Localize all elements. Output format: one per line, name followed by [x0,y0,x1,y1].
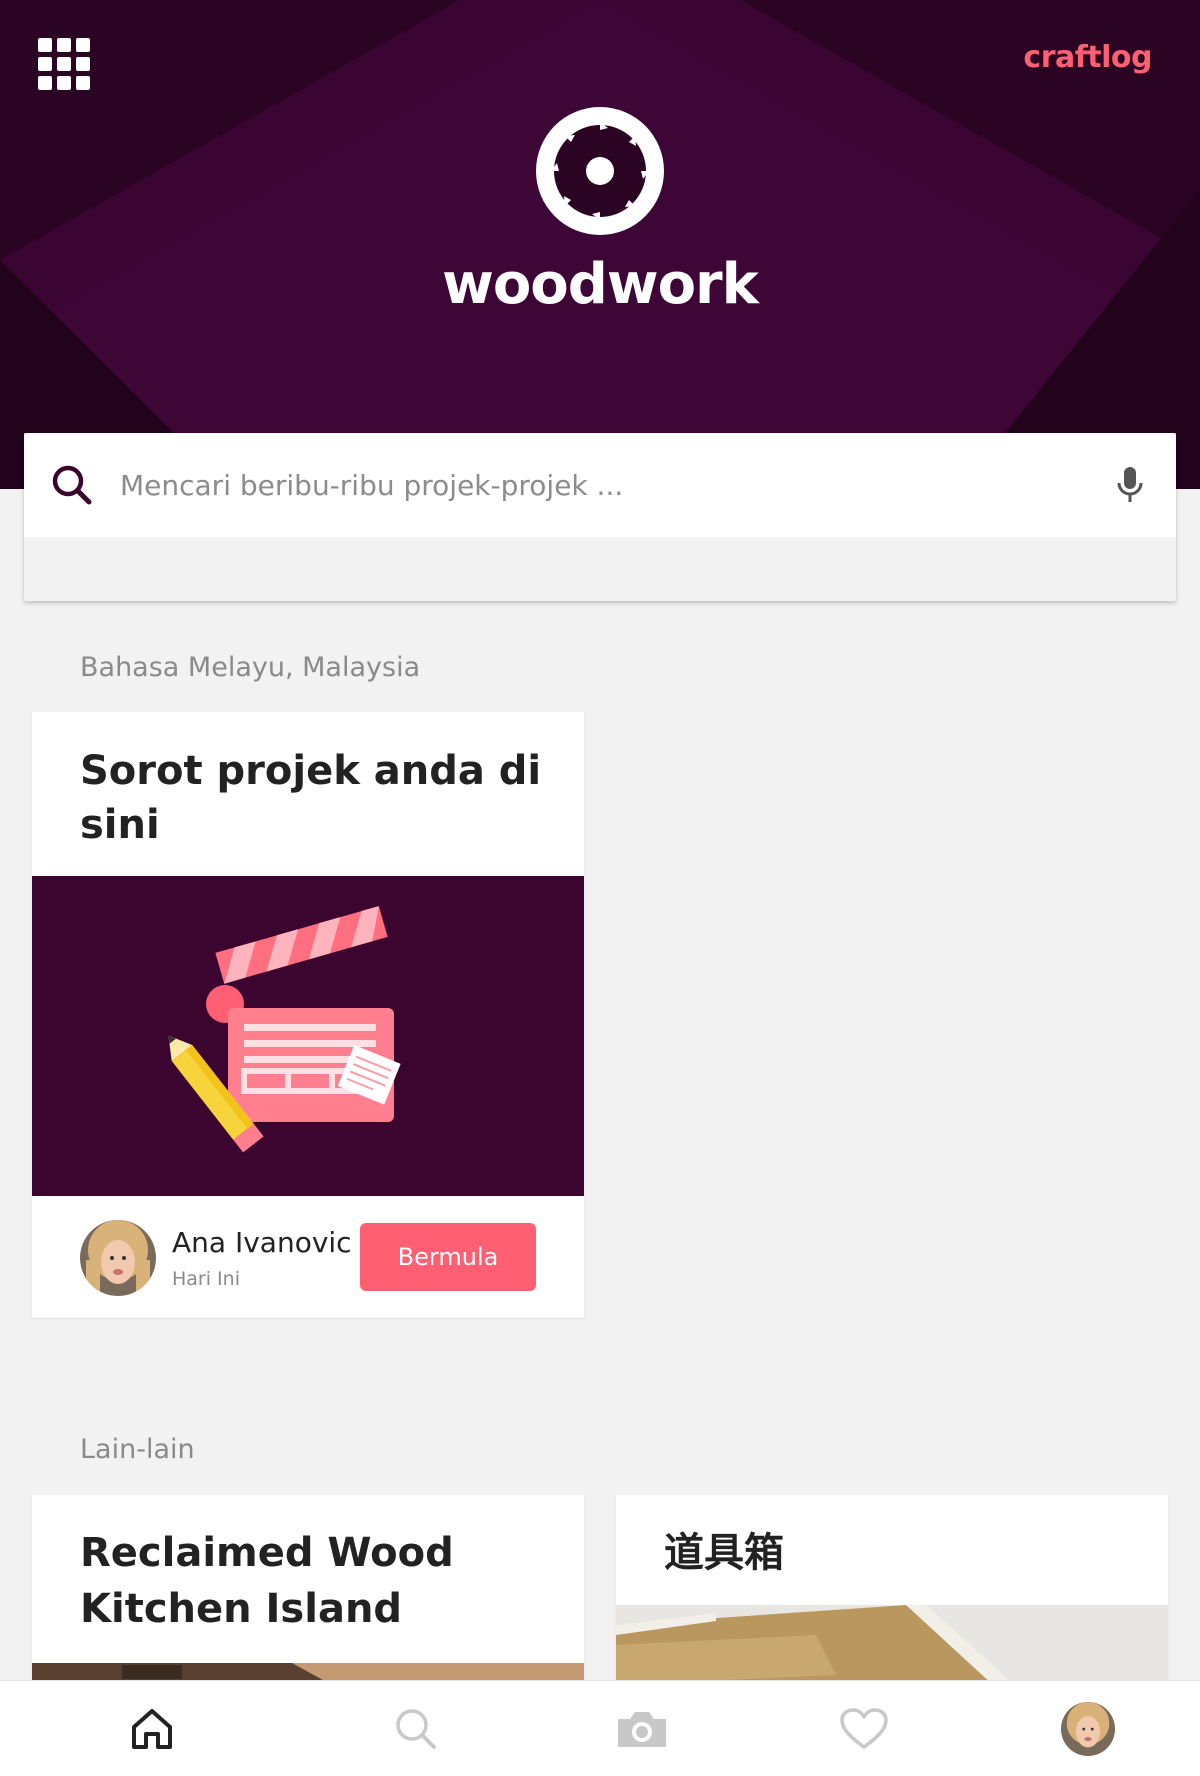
section-label-other: Lain-lain [80,1434,195,1465]
start-button[interactable]: Bermula [360,1223,536,1291]
featured-card[interactable]: Sorot projek anda di sini Ana Ivanovic H… [32,712,584,1318]
featured-title: Sorot projek anda di sini [80,748,542,848]
avatar [80,1220,156,1296]
search-input[interactable] [120,461,1020,509]
home-icon [132,1709,172,1749]
featured-image [32,876,584,1196]
author-avatar[interactable] [80,1220,156,1296]
heart-icon [840,1708,888,1749]
search-bar[interactable] [24,433,1176,537]
camera-icon [618,1712,666,1747]
saw-blade-icon [536,107,664,235]
search-icon[interactable] [50,463,94,507]
project-card-title: Reclaimed Wood Kitchen Island [80,1530,454,1632]
search-card [24,433,1176,601]
apps-grid-icon[interactable] [38,38,90,90]
project-card-title: 道具箱 [664,1530,784,1576]
nav-search[interactable] [356,1681,476,1776]
nav-camera[interactable] [582,1681,702,1776]
author-timestamp: Hari Ini [172,1268,240,1290]
brand-logo[interactable]: craftlog [1023,40,1152,75]
section-label-locale: Bahasa Melayu, Malaysia [80,652,421,683]
nav-favorites[interactable] [804,1681,924,1776]
search-icon [396,1709,436,1749]
app-name: woodwork [442,252,759,317]
bottom-navigation [0,1680,1200,1776]
nav-home[interactable] [92,1681,212,1776]
microphone-icon[interactable] [1110,463,1150,507]
header-background [0,0,1200,489]
nav-profile[interactable] [1028,1681,1148,1776]
clapperboard-illustration [168,906,401,1153]
app-header: craftlog woodwork [0,0,1200,489]
author-name[interactable]: Ana Ivanovic [172,1226,352,1259]
avatar [1061,1702,1115,1756]
